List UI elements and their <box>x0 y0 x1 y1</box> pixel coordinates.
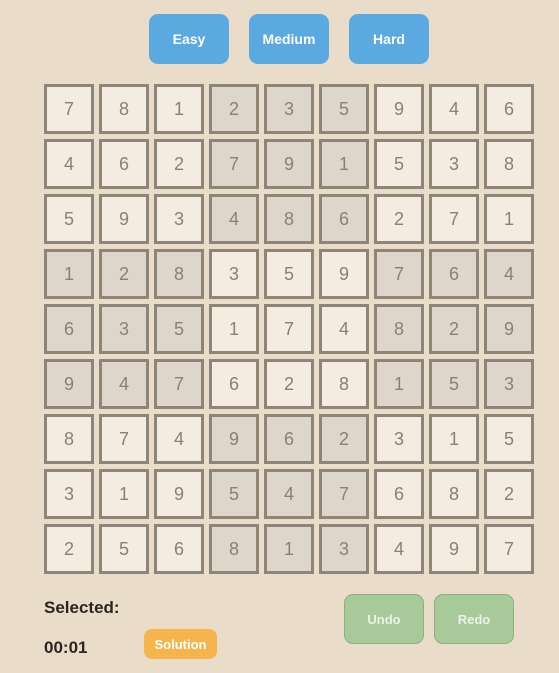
sudoku-cell[interactable]: 1 <box>44 249 94 299</box>
redo-button[interactable]: Redo <box>434 594 514 644</box>
sudoku-cell[interactable]: 4 <box>484 249 534 299</box>
sudoku-cell[interactable]: 6 <box>264 414 314 464</box>
sudoku-cell[interactable]: 9 <box>484 304 534 354</box>
sudoku-cell[interactable]: 1 <box>429 414 479 464</box>
sudoku-cell[interactable]: 9 <box>44 359 94 409</box>
easy-button[interactable]: Easy <box>149 14 229 64</box>
sudoku-cell[interactable]: 2 <box>44 524 94 574</box>
sudoku-cell[interactable]: 3 <box>209 249 259 299</box>
sudoku-cell[interactable]: 9 <box>319 249 369 299</box>
sudoku-cell[interactable]: 6 <box>429 249 479 299</box>
medium-button[interactable]: Medium <box>249 14 329 64</box>
selected-label: Selected: <box>44 598 120 617</box>
sudoku-cell[interactable]: 2 <box>209 84 259 134</box>
sudoku-cell[interactable]: 4 <box>44 139 94 189</box>
sudoku-cell[interactable]: 2 <box>99 249 149 299</box>
sudoku-cell[interactable]: 7 <box>154 359 204 409</box>
sudoku-cell[interactable]: 3 <box>99 304 149 354</box>
sudoku-cell[interactable]: 4 <box>429 84 479 134</box>
sudoku-cell[interactable]: 5 <box>374 139 424 189</box>
sudoku-cell[interactable]: 8 <box>44 414 94 464</box>
sudoku-cell[interactable]: 7 <box>209 139 259 189</box>
undo-button[interactable]: Undo <box>344 594 424 644</box>
sudoku-cell[interactable]: 4 <box>154 414 204 464</box>
sudoku-cell[interactable]: 7 <box>484 524 534 574</box>
sudoku-cell[interactable]: 2 <box>264 359 314 409</box>
sudoku-cell[interactable]: 4 <box>264 469 314 519</box>
sudoku-cell[interactable]: 3 <box>429 139 479 189</box>
sudoku-cell[interactable]: 1 <box>374 359 424 409</box>
sudoku-cell[interactable]: 6 <box>209 359 259 409</box>
sudoku-cell[interactable]: 2 <box>429 304 479 354</box>
sudoku-cell[interactable]: 9 <box>264 139 314 189</box>
hard-button[interactable]: Hard <box>349 14 429 64</box>
sudoku-cell[interactable]: 6 <box>374 469 424 519</box>
sudoku-cell[interactable]: 5 <box>209 469 259 519</box>
sudoku-cell[interactable]: 5 <box>44 194 94 244</box>
sudoku-cell[interactable]: 9 <box>374 84 424 134</box>
sudoku-cell[interactable]: 8 <box>209 524 259 574</box>
solution-button[interactable]: Solution <box>144 629 217 659</box>
sudoku-cell[interactable]: 3 <box>374 414 424 464</box>
sudoku-cell[interactable]: 2 <box>374 194 424 244</box>
sudoku-cell[interactable]: 1 <box>264 524 314 574</box>
sudoku-cell[interactable]: 5 <box>264 249 314 299</box>
sudoku-cell[interactable]: 2 <box>154 139 204 189</box>
sudoku-cell[interactable]: 7 <box>264 304 314 354</box>
sudoku-cell[interactable]: 9 <box>209 414 259 464</box>
sudoku-cell[interactable]: 6 <box>44 304 94 354</box>
sudoku-cell[interactable]: 1 <box>484 194 534 244</box>
sudoku-cell[interactable]: 3 <box>264 84 314 134</box>
sudoku-cell[interactable]: 7 <box>44 84 94 134</box>
sudoku-cell[interactable]: 8 <box>374 304 424 354</box>
sudoku-cell[interactable]: 8 <box>99 84 149 134</box>
sudoku-cell[interactable]: 3 <box>484 359 534 409</box>
sudoku-cell[interactable]: 3 <box>44 469 94 519</box>
sudoku-cell[interactable]: 7 <box>319 469 369 519</box>
sudoku-cell[interactable]: 2 <box>484 469 534 519</box>
sudoku-cell[interactable]: 8 <box>264 194 314 244</box>
sudoku-cell[interactable]: 8 <box>319 359 369 409</box>
sudoku-cell[interactable]: 4 <box>319 304 369 354</box>
sudoku-cell[interactable]: 2 <box>319 414 369 464</box>
sudoku-cell[interactable]: 3 <box>319 524 369 574</box>
sudoku-cell[interactable]: 6 <box>99 139 149 189</box>
sudoku-cell[interactable]: 5 <box>429 359 479 409</box>
sudoku-cell[interactable]: 8 <box>154 249 204 299</box>
sudoku-cell[interactable]: 9 <box>99 194 149 244</box>
sudoku-cell[interactable]: 1 <box>99 469 149 519</box>
sudoku-cell[interactable]: 8 <box>484 139 534 189</box>
sudoku-cell[interactable]: 1 <box>319 139 369 189</box>
sudoku-cell[interactable]: 3 <box>154 194 204 244</box>
sudoku-cell[interactable]: 5 <box>99 524 149 574</box>
sudoku-board: 7812359464627915385934862711283597646351… <box>44 84 534 574</box>
sudoku-cell[interactable]: 6 <box>154 524 204 574</box>
sudoku-cell[interactable]: 6 <box>319 194 369 244</box>
sudoku-cell[interactable]: 8 <box>429 469 479 519</box>
sudoku-cell[interactable]: 1 <box>154 84 204 134</box>
sudoku-cell[interactable]: 7 <box>99 414 149 464</box>
sudoku-cell[interactable]: 7 <box>374 249 424 299</box>
sudoku-cell[interactable]: 6 <box>484 84 534 134</box>
sudoku-cell[interactable]: 5 <box>154 304 204 354</box>
sudoku-cell[interactable]: 1 <box>209 304 259 354</box>
sudoku-cell[interactable]: 9 <box>429 524 479 574</box>
sudoku-cell[interactable]: 4 <box>99 359 149 409</box>
timer: 00:01 <box>44 638 88 657</box>
sudoku-cell[interactable]: 7 <box>429 194 479 244</box>
sudoku-cell[interactable]: 9 <box>154 469 204 519</box>
sudoku-cell[interactable]: 5 <box>484 414 534 464</box>
sudoku-cell[interactable]: 4 <box>374 524 424 574</box>
sudoku-cell[interactable]: 4 <box>209 194 259 244</box>
difficulty-bar: Easy Medium Hard <box>149 14 429 64</box>
sudoku-cell[interactable]: 5 <box>319 84 369 134</box>
